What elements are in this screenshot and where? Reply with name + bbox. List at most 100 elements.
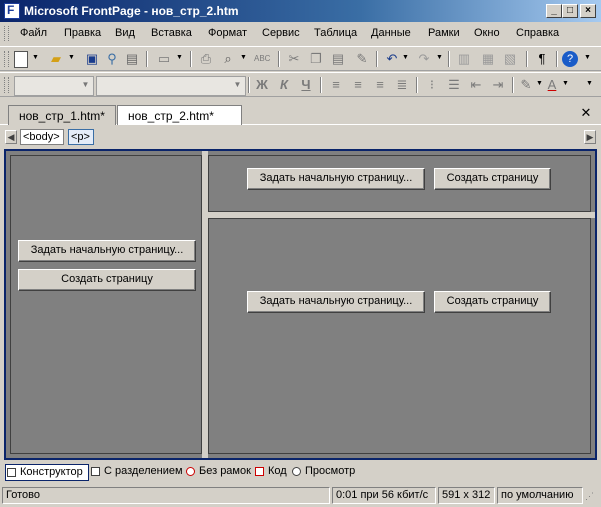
view-label: Без рамок xyxy=(199,465,251,477)
underline-icon[interactable]: Ч xyxy=(298,77,314,93)
design-view-icon xyxy=(7,468,16,477)
standard-toolbar: ▼ ▰ ▼ ▣ ⚲ ▤ ▭ ▼ ⎙ ⌕ ▼ ABC ✂ ❐ ▤ ✎ ↶ ▼ ↷ … xyxy=(0,46,601,71)
font-color-dropdown-icon[interactable]: ▼ xyxy=(562,80,569,87)
menu-grip[interactable] xyxy=(4,26,9,41)
decrease-indent-icon[interactable]: ⇤ xyxy=(468,77,484,93)
no-frames-icon xyxy=(186,467,195,476)
view-split-tab[interactable]: С разделением xyxy=(90,464,184,481)
redo-dropdown-icon[interactable]: ▼ xyxy=(436,54,443,61)
new-page-icon[interactable] xyxy=(14,51,28,68)
toolbar-options-icon[interactable]: ▼ xyxy=(584,54,591,61)
close-button[interactable]: × xyxy=(580,4,596,18)
format-painter-icon[interactable]: ✎ xyxy=(354,51,370,67)
help-icon[interactable]: ? xyxy=(562,51,578,67)
new-dropdown-icon[interactable]: ▼ xyxy=(32,54,39,61)
maximize-button[interactable]: □ xyxy=(562,4,578,18)
open-folder-icon[interactable]: ▰ xyxy=(48,51,64,67)
print-icon[interactable]: ⎙ xyxy=(198,51,214,67)
menu-file[interactable]: Файл xyxy=(20,27,47,39)
paste-icon[interactable]: ▤ xyxy=(330,51,346,67)
align-center-icon[interactable]: ≡ xyxy=(350,77,366,93)
resize-grip-icon[interactable]: ⋰ xyxy=(585,491,597,503)
cut-icon[interactable]: ✂ xyxy=(286,51,302,67)
menu-frames[interactable]: Рамки xyxy=(428,27,460,39)
undo-icon[interactable]: ↶ xyxy=(384,51,400,67)
frontpage-app-icon[interactable] xyxy=(4,3,20,19)
menu-tools[interactable]: Сервис xyxy=(262,27,300,39)
italic-icon[interactable]: К xyxy=(276,77,292,93)
justify-icon[interactable]: ≣ xyxy=(394,77,410,93)
menu-format[interactable]: Формат xyxy=(208,27,247,39)
menu-data[interactable]: Данные xyxy=(371,27,411,39)
style-combo[interactable]: ▼ xyxy=(14,76,94,96)
publish-icon[interactable]: ▤ xyxy=(124,51,140,67)
search-icon[interactable]: ⚲ xyxy=(104,51,120,67)
tag-body[interactable]: <body> xyxy=(20,129,64,145)
toolbar-separator xyxy=(556,51,558,67)
new-page-button[interactable]: Создать страницу xyxy=(434,168,551,190)
toolbar-separator xyxy=(448,51,450,67)
preview-icon[interactable]: ⌕ xyxy=(220,51,236,67)
copy-icon[interactable]: ❐ xyxy=(308,51,324,67)
tab-label: нов_стр_1.htm* xyxy=(19,109,105,123)
align-left-icon[interactable]: ≡ xyxy=(328,77,344,93)
toolbar-options-icon[interactable]: ▼ xyxy=(586,80,593,87)
menu-view[interactable]: Вид xyxy=(115,27,135,39)
bold-icon[interactable]: Ж xyxy=(254,77,270,93)
view-code-tab[interactable]: Код xyxy=(254,464,290,481)
toolbar-separator xyxy=(320,77,322,93)
design-view-area: Задать начальную страницу... Создать стр… xyxy=(4,149,597,460)
minimize-button[interactable]: _ xyxy=(546,4,562,18)
set-initial-page-button[interactable]: Задать начальную страницу... xyxy=(247,291,425,313)
undo-dropdown-icon[interactable]: ▼ xyxy=(402,54,409,61)
view-no-frames-tab[interactable]: Без рамок xyxy=(185,464,253,481)
close-document-icon[interactable]: ✕ xyxy=(579,106,593,120)
tab-page-1[interactable]: нов_стр_1.htm* xyxy=(8,105,116,125)
font-combo[interactable]: ▼ xyxy=(96,76,246,96)
insert-table-icon[interactable]: ▦ xyxy=(480,51,496,67)
font-color-icon[interactable]: A xyxy=(544,77,560,93)
set-initial-page-button[interactable]: Задать начальную страницу... xyxy=(18,240,196,262)
menu-window[interactable]: Окно xyxy=(474,27,500,39)
open-dropdown-icon[interactable]: ▼ xyxy=(68,54,75,61)
spelling-icon[interactable]: ABC xyxy=(254,51,270,67)
main-frame[interactable]: Задать начальную страницу... Создать стр… xyxy=(208,218,591,454)
window-title: Microsoft FrontPage - нов_стр_2.htm xyxy=(24,4,239,18)
tag-p[interactable]: <p> xyxy=(68,129,94,145)
toolbar-separator xyxy=(376,51,378,67)
show-all-icon[interactable]: ¶ xyxy=(534,51,550,67)
title-bar: Microsoft FrontPage - нов_стр_2.htm _ □ … xyxy=(0,0,601,22)
toolbar-grip[interactable] xyxy=(4,77,9,93)
tab-page-2[interactable]: нов_стр_2.htm* xyxy=(117,105,242,125)
view-preview-tab[interactable]: Просмотр xyxy=(291,464,357,481)
increase-indent-icon[interactable]: ⇥ xyxy=(490,77,506,93)
view-design-tab[interactable]: Конструктор xyxy=(5,464,89,481)
redo-icon[interactable]: ↷ xyxy=(416,51,432,67)
bullets-icon[interactable]: ☰ xyxy=(446,77,462,93)
align-right-icon[interactable]: ≡ xyxy=(372,77,388,93)
tag-scroll-right-icon[interactable]: ▶ xyxy=(584,130,596,144)
tag-scroll-left-icon[interactable]: ◀ xyxy=(5,130,17,144)
top-frame[interactable]: Задать начальную страницу... Создать стр… xyxy=(208,155,591,212)
menu-insert[interactable]: Вставка xyxy=(151,27,192,39)
quick-tag-selector: ◀ <body> <p> ▶ xyxy=(0,126,601,148)
menu-table[interactable]: Таблица xyxy=(314,27,357,39)
toolbar-grip[interactable] xyxy=(4,51,9,67)
folder-list-icon[interactable]: ▭ xyxy=(156,51,172,67)
save-icon[interactable]: ▣ xyxy=(84,51,100,67)
left-frame[interactable]: Задать начальную страницу... Создать стр… xyxy=(10,155,202,454)
highlight-dropdown-icon[interactable]: ▼ xyxy=(536,80,543,87)
numbering-icon[interactable]: ⁝ xyxy=(424,77,440,93)
set-initial-page-button[interactable]: Задать начальную страницу... xyxy=(247,168,425,190)
code-view-icon xyxy=(255,467,264,476)
toggle-pane-dropdown-icon[interactable]: ▼ xyxy=(176,54,183,61)
web-component-icon[interactable]: ▥ xyxy=(456,51,472,67)
menu-help[interactable]: Справка xyxy=(516,27,559,39)
menu-bar: Файл Правка Вид Вставка Формат Сервис Та… xyxy=(0,23,601,44)
new-page-button[interactable]: Создать страницу xyxy=(434,291,551,313)
insert-picture-icon[interactable]: ▧ xyxy=(502,51,518,67)
menu-edit[interactable]: Правка xyxy=(64,27,101,39)
preview-dropdown-icon[interactable]: ▼ xyxy=(240,54,247,61)
new-page-button[interactable]: Создать страницу xyxy=(18,269,196,291)
highlight-icon[interactable]: ✎ xyxy=(518,77,534,93)
